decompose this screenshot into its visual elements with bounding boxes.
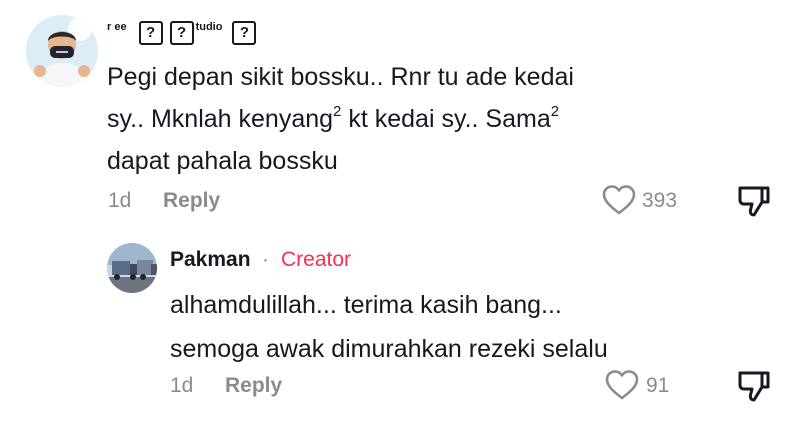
like-count: 91 xyxy=(646,374,670,397)
missing-glyph-icon: ? xyxy=(138,21,163,45)
heart-icon xyxy=(602,185,636,215)
reply-line: semoga awak dimurahkan rezeki selalu xyxy=(170,335,608,363)
username-mid: tudio xyxy=(195,21,223,33)
reply-button[interactable]: Reply xyxy=(225,374,282,398)
comment-text: Pegi depan sikit bossku.. Rnr tu ade ked… xyxy=(107,56,707,182)
reply-button[interactable]: Reply xyxy=(163,189,220,213)
masked-man-avatar-icon xyxy=(26,15,98,87)
reply-text: alhamdulillah... terima kasih bang... se… xyxy=(170,283,730,371)
comment-line: dapat pahala bossku xyxy=(107,147,338,175)
heart-icon xyxy=(605,370,639,400)
separator-dot: · xyxy=(262,248,269,271)
trucks-avatar-icon xyxy=(107,243,157,293)
avatar[interactable] xyxy=(26,15,98,87)
reply-line: alhamdulillah... terima kasih bang... xyxy=(170,291,562,319)
comment-username[interactable]: r ee ? ? tudio ? xyxy=(107,16,257,48)
thumbs-down-icon xyxy=(738,371,770,402)
reply-username[interactable]: Pakman xyxy=(170,248,251,272)
missing-glyph-icon: ? xyxy=(169,21,194,45)
like-button[interactable] xyxy=(601,184,637,216)
thumbs-down-icon xyxy=(738,186,770,217)
dislike-button[interactable] xyxy=(737,184,771,218)
reply-timestamp: 1d xyxy=(170,374,194,397)
comment-line: sy.. Mknlah kenyang2 kt kedai sy.. Sama2 xyxy=(107,103,560,133)
comment-line: Pegi depan sikit bossku.. Rnr tu ade ked… xyxy=(107,63,574,91)
creator-badge: Creator xyxy=(281,248,352,271)
missing-glyph-icon: ? xyxy=(232,21,257,45)
avatar[interactable] xyxy=(107,243,157,293)
comment-timestamp: 1d xyxy=(108,189,132,212)
like-button[interactable] xyxy=(604,369,640,401)
username-prefix: r ee xyxy=(107,21,127,33)
like-count: 393 xyxy=(642,189,678,212)
dislike-button[interactable] xyxy=(737,369,771,403)
